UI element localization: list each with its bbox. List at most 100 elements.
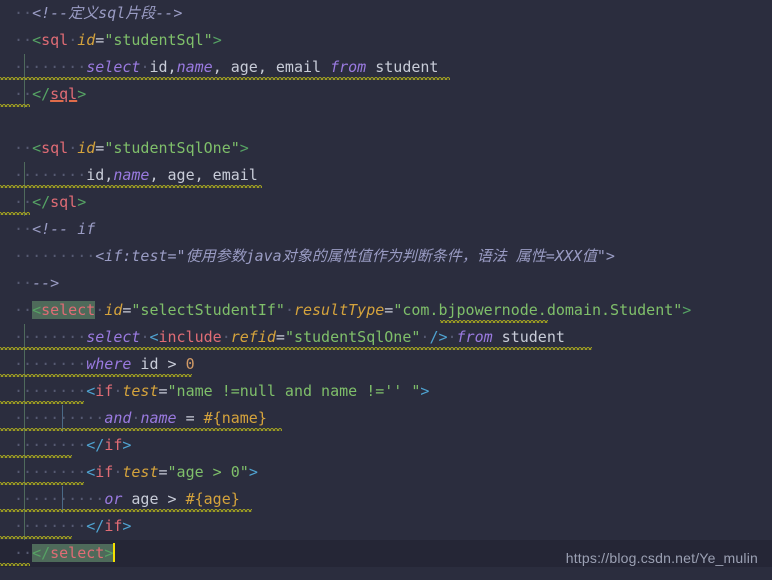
code-line[interactable]: ··<sql·id="studentSql">	[0, 27, 772, 54]
whitespace-dots: ·····	[41, 355, 87, 373]
whitespace-dots: ·	[41, 409, 51, 427]
tag-name: select	[50, 544, 105, 562]
code-line[interactable]: ··<!--定义sql片段-->	[0, 0, 772, 27]
whitespace-dots: ··	[14, 58, 33, 76]
code-line[interactable]	[0, 108, 772, 135]
whitespace-dots: ·	[32, 58, 42, 76]
equals: =	[158, 463, 168, 481]
code-line[interactable]: ··</sql>	[0, 189, 772, 216]
sql-identifier: name	[113, 166, 150, 184]
tag-bracket: </	[86, 517, 105, 535]
attribute-name: id	[77, 31, 96, 49]
xml-comment: -->	[32, 274, 60, 292]
warning-squiggle	[0, 374, 192, 377]
sql-expression: id >	[131, 355, 186, 373]
sql-identifier: , age, email	[149, 166, 258, 184]
mybatis-parameter: #{name}	[203, 409, 267, 427]
warning-squiggle	[0, 455, 72, 458]
sql-number: 0	[185, 355, 195, 373]
tag-bracket: <	[32, 301, 42, 319]
code-line[interactable]: ········select·<include·refid="studentSq…	[0, 324, 772, 351]
tag-bracket: </	[32, 85, 51, 103]
tag-bracket: >	[122, 436, 132, 454]
whitespace-dot: ·	[95, 301, 105, 319]
whitespace-dots: ·····	[41, 58, 87, 76]
code-line-current[interactable]: ··</select>	[0, 540, 772, 567]
warning-squiggle	[0, 185, 262, 188]
whitespace-dots: ·····	[41, 166, 87, 184]
warning-squiggle	[0, 428, 282, 431]
sql-table: student	[492, 328, 565, 346]
sql-identifier: id,	[149, 58, 177, 76]
tag-bracket: </	[86, 436, 105, 454]
sql-expression: age >	[122, 490, 186, 508]
whitespace-dots: ·	[32, 328, 42, 346]
code-line[interactable]: ··<select·id="selectStudentIf"·resultTyp…	[0, 297, 772, 324]
code-line[interactable]: ··</sql>	[0, 81, 772, 108]
code-line[interactable]: ········select·id,name, age, email from …	[0, 54, 772, 81]
attribute-value: "studentSqlOne"	[284, 328, 421, 346]
code-line[interactable]: ·········<if:test="使用参数java对象的属性值作为判断条件，…	[0, 243, 772, 270]
whitespace-dots: ·····	[41, 382, 87, 400]
attribute-value: "com.bjpowernode.domain.Student"	[393, 301, 683, 319]
attribute-name: test	[122, 463, 159, 481]
code-line[interactable]: ········where id > 0	[0, 351, 772, 378]
whitespace-dot: ·	[447, 328, 457, 346]
whitespace-dots: ······	[41, 247, 96, 265]
whitespace-dots: ··	[14, 409, 33, 427]
warning-squiggle	[0, 212, 30, 215]
equals: =	[275, 328, 285, 346]
attribute-value: "name !=null and name !='' "	[167, 382, 421, 400]
warning-squiggle	[0, 347, 592, 350]
tag-bracket: <	[86, 463, 96, 481]
code-line[interactable]: ··········and·name = #{name}	[0, 405, 772, 432]
code-line[interactable]: ········<if·test="age > 0">	[0, 459, 772, 486]
text-caret	[113, 543, 116, 562]
code-line[interactable]: ··<!-- if	[0, 216, 772, 243]
tag-bracket: >	[212, 31, 222, 49]
warning-squiggle	[0, 482, 84, 485]
tag-bracket: >	[420, 382, 430, 400]
whitespace-dots: ··	[14, 517, 33, 535]
tag-bracket: >	[682, 301, 692, 319]
sql-keyword: from	[330, 58, 367, 76]
whitespace-dot: ·	[68, 31, 78, 49]
whitespace-dots: ··	[14, 301, 33, 319]
warning-squiggle	[0, 77, 450, 80]
operator: =	[176, 409, 204, 427]
code-line[interactable]: ········</if>	[0, 432, 772, 459]
tag-bracket: </	[32, 544, 51, 562]
whitespace-dots: ··	[14, 193, 33, 211]
code-editor[interactable]: ··<!--定义sql片段--> ··<sql·id="studentSql">…	[0, 0, 772, 580]
code-line[interactable]: ··-->	[0, 270, 772, 297]
sql-identifier: name	[176, 58, 213, 76]
whitespace-dots: ··	[14, 490, 33, 508]
matching-tag-highlight: <select	[32, 301, 96, 319]
code-line[interactable]: ··········or age > #{age}	[0, 486, 772, 513]
sql-identifier: name	[140, 409, 177, 427]
whitespace-dots: ·	[32, 382, 42, 400]
sql-keyword: or	[104, 490, 123, 508]
whitespace-dots: ··	[14, 166, 33, 184]
xml-comment: <if:test="使用参数java对象的属性值作为判断条件，语法 属性=XXX…	[95, 247, 615, 265]
tag-name: sql	[50, 193, 78, 211]
equals: =	[95, 31, 105, 49]
code-line[interactable]: ········</if>	[0, 513, 772, 540]
warning-squiggle	[0, 563, 30, 566]
code-line[interactable]: ········id,name, age, email	[0, 162, 772, 189]
whitespace-dots: ··	[14, 247, 33, 265]
warning-squiggle	[0, 536, 72, 539]
code-line[interactable]: ··<sql·id="studentSqlOne">	[0, 135, 772, 162]
sql-table: student	[366, 58, 439, 76]
attribute-value: "studentSql"	[104, 31, 213, 49]
whitespace-dots: ··	[14, 382, 33, 400]
code-line[interactable]: ········<if·test="name !=null and name !…	[0, 378, 772, 405]
xml-comment: <!--定义sql片段-->	[32, 4, 183, 22]
warning-squiggle	[440, 320, 548, 323]
whitespace-dots: ·····	[41, 436, 87, 454]
attribute-value: "studentSqlOne"	[104, 139, 240, 157]
whitespace-dots: ·····	[41, 517, 87, 535]
whitespace-dot: ·	[284, 301, 294, 319]
attribute-name: id	[77, 139, 96, 157]
tag-bracket: <	[32, 31, 42, 49]
